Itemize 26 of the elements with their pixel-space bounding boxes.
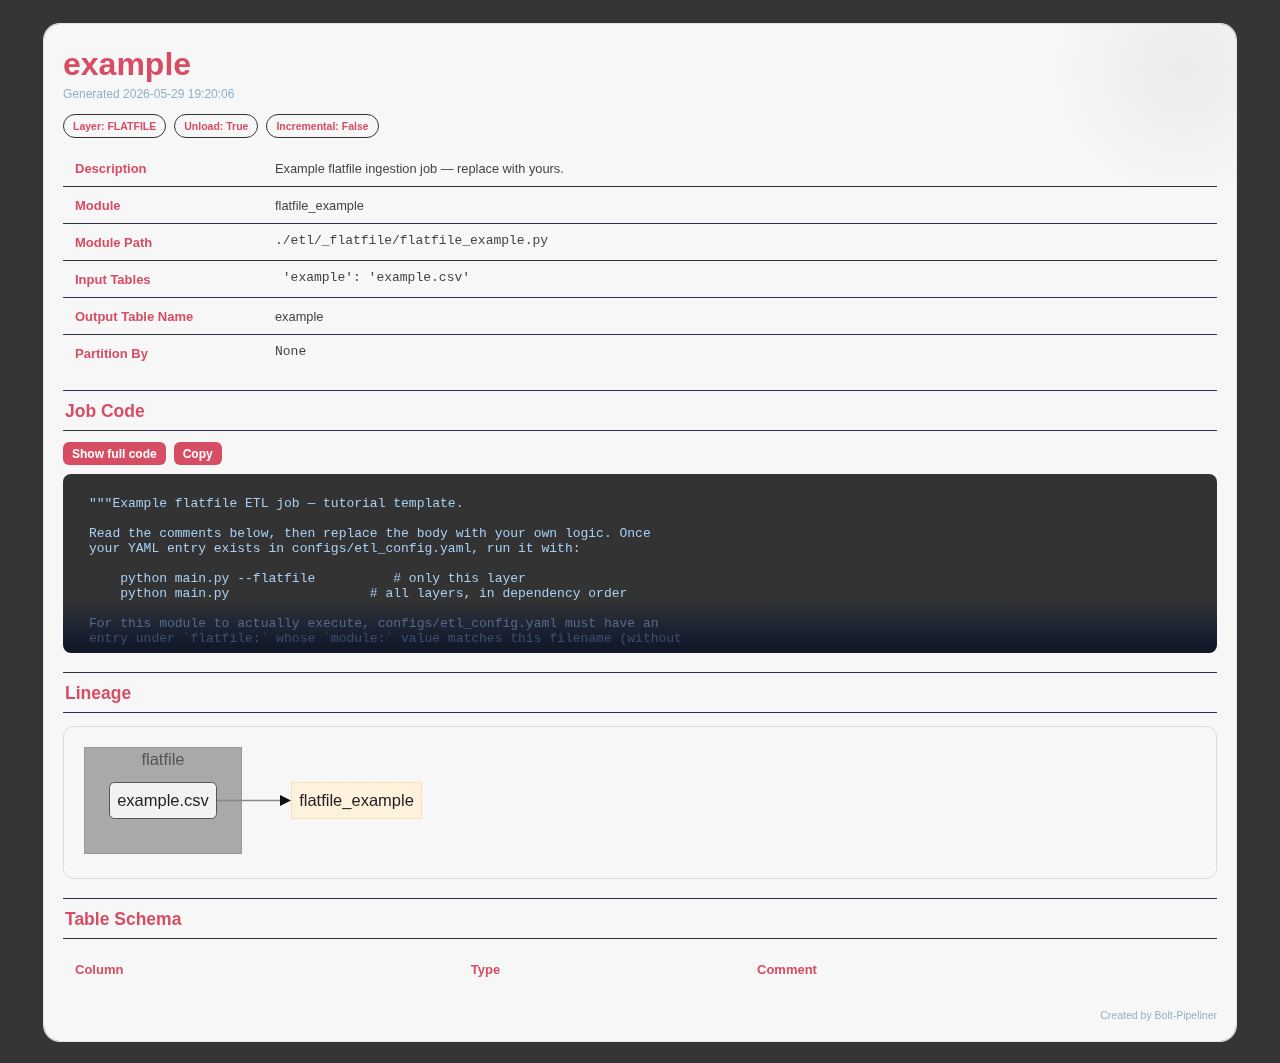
section-heading: Job Code (63, 391, 1217, 431)
copy-button[interactable]: Copy (173, 442, 222, 465)
generated-timestamp: Generated 2026-05-29 19:20:06 (63, 86, 236, 102)
section-heading: Lineage (63, 673, 1217, 713)
field-label: Partition By (63, 334, 263, 371)
field-value: flatfile_example (263, 186, 1217, 224)
field-value: example (263, 297, 1217, 335)
section-heading: Table Schema (63, 899, 1217, 939)
field-label: Module Path (63, 223, 263, 261)
column-header: Column (74, 960, 125, 979)
job-node: flatfile_example (291, 782, 422, 819)
field-label: Description (63, 150, 263, 187)
column-header: Type (469, 960, 502, 979)
field-label: Output Table Name (63, 297, 263, 335)
field-value: Example flatfile ingestion job — replace with yours. (263, 150, 1217, 187)
field-value: None (263, 334, 1217, 371)
show-code-button[interactable]: Show full code (63, 442, 166, 465)
field-label: Module (63, 186, 263, 224)
field-value: ./etl/_flatfile/flatfile_example.py (263, 223, 1217, 261)
column-header: Comment (756, 960, 818, 979)
source-file-node: example.csv (109, 782, 217, 819)
footer-credit: Created by Bolt-Pipeliner (1100, 1009, 1217, 1021)
report-title: example (63, 46, 193, 82)
code-text: """Example flatfile ETL job — tutorial template. Read the comments below, then replace the body with your own logic. Once your YAML entry exists in configs/etl_config.yaml, run it with: python main.py --flatfile # only this layer python main.py # all layers, in dependency order For this module to actually execute, configs/etl_config.yaml must have an entry under `flatfile:` whose `module:` value matches this filename (without (89, 496, 683, 646)
field-value: 'example': 'example.csv' (263, 260, 1217, 298)
field-label: Input Tables (63, 260, 263, 298)
